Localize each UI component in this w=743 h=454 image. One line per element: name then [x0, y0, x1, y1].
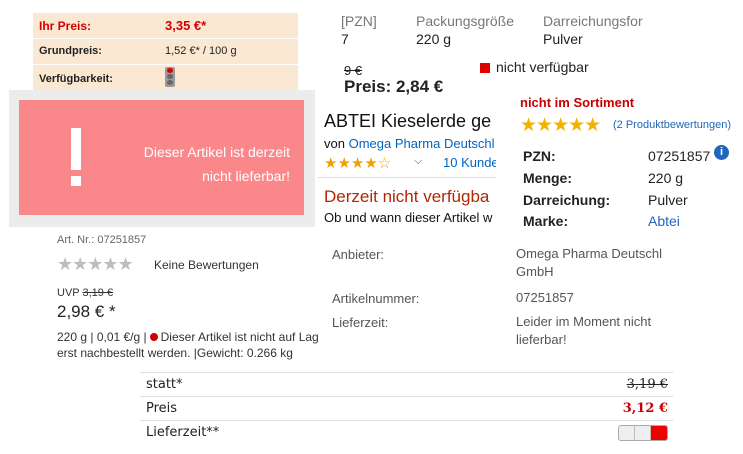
price-table-1: Ihr Preis: 3,35 €* Grundpreis: 1,52 €* /… [33, 13, 298, 91]
bottom-price-table: statt* 3,19 € Preis 3,12 € Lieferzeit** [140, 370, 673, 454]
grundpreis-label: Grundpreis: [39, 45, 102, 57]
pzn-label: PZN: [523, 148, 556, 164]
uvp-label: UVP [57, 287, 80, 299]
status-text: nicht im Sortiment [520, 95, 635, 110]
availability-text: nicht verfügbar [496, 59, 589, 75]
artikelnummer-label: Artikelnummer: [332, 291, 420, 306]
info-icon[interactable]: i [714, 145, 729, 160]
darreichung-value: Pulver [648, 192, 688, 208]
no-reviews-text: Keine Bewertungen [154, 258, 259, 272]
empty-rating-stars: ★★★★★ [57, 254, 134, 274]
uvp: UVP 3,19 € [57, 287, 113, 299]
preis-row: Preis 3,12 € [140, 396, 673, 421]
alert-line-1: Dieser Artikel ist derzeit [143, 144, 290, 160]
availability-row: Verfügbarkeit: [33, 65, 298, 90]
col-pzn-value: 7 [341, 31, 349, 47]
traffic-light-red-icon [165, 67, 175, 87]
price: 2,98 € * [57, 302, 116, 321]
col-pzn-header: [PZN] [341, 13, 377, 29]
lieferzeit-row: Lieferzeit** [140, 420, 673, 445]
price-label: Ihr Preis: [39, 19, 92, 33]
statt-value: 3,19 € [626, 377, 668, 392]
lieferzeit-label: Lieferzeit** [146, 425, 220, 440]
red-dot-icon [149, 333, 158, 341]
price: Preis: 2,84 € [344, 77, 444, 96]
col-size-header: Packungsgröße [416, 13, 515, 29]
anbieter-value: Omega Pharma Deutschl GmbH [516, 246, 662, 279]
alert-banner: Dieser Artikel ist derzeit nicht lieferb… [19, 100, 304, 215]
availability-label: Verfügbarkeit: [39, 73, 113, 85]
rating-count-link[interactable]: 10 Kunde [443, 155, 496, 170]
unavailable-alert-box: Dieser Artikel ist derzeit nicht lieferb… [9, 90, 315, 227]
marke-label: Marke: [523, 213, 569, 229]
rating-stars[interactable]: ★★★★☆ [324, 154, 391, 172]
menge-value: 220 g [648, 170, 684, 186]
brand-byline: von Omega Pharma Deutschl [324, 136, 495, 151]
details-line-1: 220 g | 0,01 €/g | Dieser Artikel ist nic… [57, 330, 319, 344]
uvp-value: 3,19 € [82, 287, 114, 299]
chevron-down-icon[interactable]: ⌵ [414, 155, 422, 168]
delivery-status-bar-icon [618, 425, 668, 441]
unavailable-status-icon [480, 63, 490, 73]
anbieter-label: Anbieter: [332, 247, 385, 262]
pzn-value: 07251857 [648, 148, 711, 164]
col-size-value: 220 g [416, 31, 452, 47]
marke-link[interactable]: Abtei [648, 213, 680, 229]
menge-label: Menge: [523, 170, 572, 186]
by-prefix: von [324, 136, 345, 151]
col-form-value: Pulver [543, 31, 583, 47]
preis-value: 3,12 € [622, 401, 668, 416]
unavailable-heading: Derzeit nicht verfügba [324, 187, 490, 206]
price-value: 3,35 €* [165, 18, 207, 33]
preis-label: Preis [146, 401, 178, 416]
statt-row: statt* 3,19 € [140, 372, 673, 397]
col-form-header: Darreichungsfor [543, 13, 643, 29]
seller-table: Anbieter: Omega Pharma Deutschl GmbH Art… [320, 237, 680, 357]
price-row: Ihr Preis: 3,35 €* [33, 13, 298, 39]
brand-link[interactable]: Omega Pharma Deutschl [349, 136, 495, 151]
lieferzeit-value: Leider im Moment nicht lieferbar! [516, 314, 652, 347]
listing-panel: Art. Nr.: 07251857 ★★★★★ Keine Bewertung… [45, 229, 331, 369]
divider [318, 177, 496, 178]
amazon-product-panel: ABTEI Kieselerde ge von Omega Pharma Deu… [318, 103, 496, 233]
grundpreis-value: 1,52 €* / 100 g [165, 45, 237, 57]
artikelnummer-value: 07251857 [516, 290, 574, 305]
unit-price: 220 g | 0,01 €/g | [57, 330, 147, 344]
rating-stars[interactable]: ★★★★★ [520, 114, 601, 137]
details-line-2: erst nachbestellt werden. |Gewicht: 0.26… [57, 346, 293, 360]
grundpreis-row: Grundpreis: 1,52 €* / 100 g [33, 39, 298, 65]
darreichung-label: Darreichung: [523, 192, 611, 208]
statt-label: statt* [146, 377, 183, 392]
product-title[interactable]: ABTEI Kieselerde ge [324, 111, 491, 132]
old-price: 9 € [344, 63, 363, 78]
article-number: Art. Nr.: 07251857 [57, 234, 147, 246]
alert-message: Dieser Artikel ist derzeit nicht lieferb… [90, 140, 290, 188]
reviews-link[interactable]: (2 Produktbewertungen) [613, 119, 731, 131]
availability-note: Ob und wann dieser Artikel w [324, 210, 493, 225]
product-info-panel: nicht im Sortiment ★★★★★ (2 Produktbewer… [505, 88, 743, 235]
lieferzeit-label: Lieferzeit: [332, 315, 389, 330]
alert-line-2: nicht lieferbar! [202, 168, 290, 184]
stock-note: Dieser Artikel ist nicht auf Lag [160, 330, 319, 344]
